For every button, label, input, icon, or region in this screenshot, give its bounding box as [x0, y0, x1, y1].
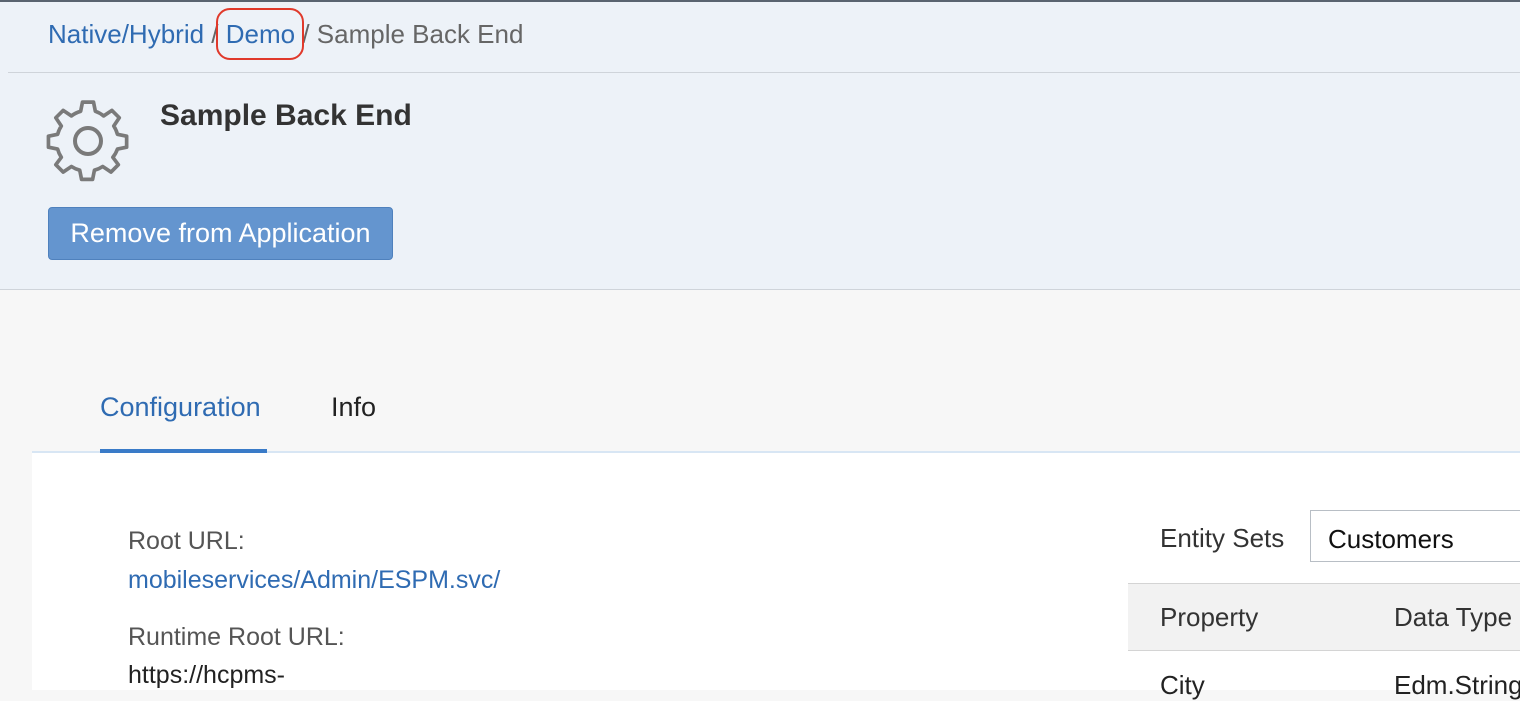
table-cell-property: City	[1160, 670, 1205, 700]
breadcrumb-demo-wrapper: Demo	[215, 8, 304, 60]
breadcrumb-separator: /	[211, 19, 226, 49]
entity-sets-label: Entity Sets	[1160, 523, 1285, 553]
root-url-link[interactable]: mobileservices/Admin/ESPM.svc/	[128, 566, 500, 595]
entity-sets-select[interactable]: Customers	[1310, 510, 1520, 562]
table-cell-data-type: Edm.String	[1394, 670, 1520, 700]
page-header: Native/Hybrid / Demo / Sample Back End S…	[0, 2, 1520, 290]
remove-from-application-button[interactable]: Remove from Application	[48, 207, 393, 260]
runtime-root-url-label: Runtime Root URL:	[128, 623, 345, 651]
breadcrumb-current: Sample Back End	[316, 19, 524, 49]
column-header-property: Property	[1160, 602, 1259, 632]
gear-icon	[46, 100, 129, 182]
main-content: Configuration Info Root URL: mobileservi…	[32, 290, 1520, 700]
runtime-root-url-value: https://hcpms-	[128, 661, 285, 689]
header-divider	[8, 72, 1520, 73]
tab-configuration[interactable]: Configuration	[100, 390, 261, 424]
breadcrumb-demo[interactable]: Demo	[226, 19, 295, 49]
properties-table-header: Property Data Type	[1128, 583, 1520, 651]
breadcrumb-separator: /	[295, 19, 317, 49]
tab-info[interactable]: Info	[331, 390, 376, 424]
breadcrumb: Native/Hybrid / Demo / Sample Back End	[48, 8, 524, 60]
page-title: Sample Back End	[160, 99, 412, 132]
configuration-panel: Root URL: mobileservices/Admin/ESPM.svc/…	[32, 453, 1520, 700]
breadcrumb-native-hybrid[interactable]: Native/Hybrid	[48, 19, 204, 49]
column-header-data-type: Data Type	[1394, 602, 1513, 632]
root-url-label: Root URL:	[128, 527, 245, 555]
